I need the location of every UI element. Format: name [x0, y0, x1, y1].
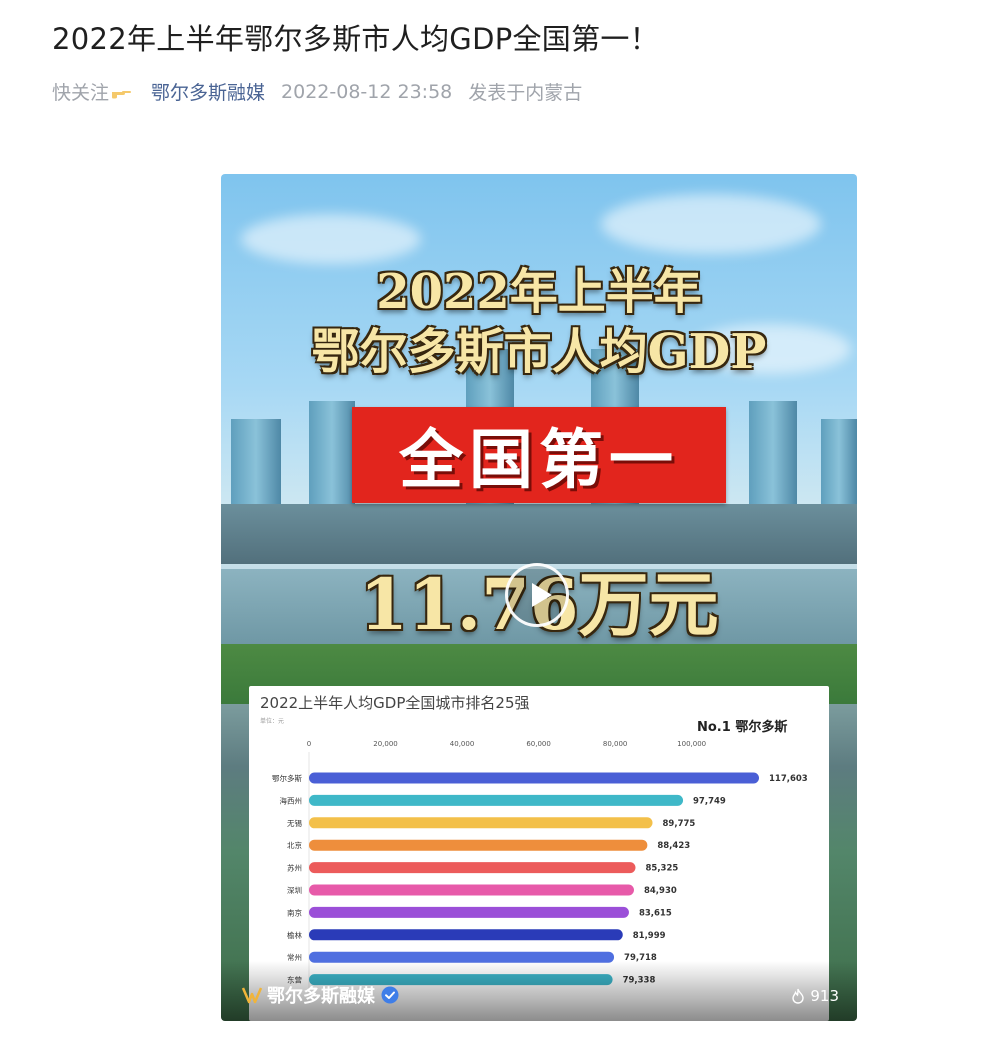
bar-category-label: 南京: [287, 907, 302, 917]
bar: [309, 929, 623, 941]
bar-category-label: 鄂尔多斯: [272, 773, 302, 783]
x-tick-label: 0: [307, 740, 311, 748]
bar: [309, 817, 653, 829]
view-count-value: 913: [810, 987, 839, 1005]
verified-badge-icon: [381, 986, 399, 1004]
pointing-hand-icon: [112, 90, 132, 98]
view-count: 913: [791, 987, 839, 1005]
bar-category-label: 海西州: [280, 795, 303, 805]
rank-banner-text: 全国第一: [399, 424, 679, 498]
play-button[interactable]: [505, 563, 569, 627]
post-location: 发表于内蒙古: [468, 82, 583, 104]
video-headline-line2: 鄂尔多斯市人均GDP: [311, 324, 767, 380]
bar-value-label: 83,615: [639, 908, 672, 918]
bar-category-label: 苏州: [287, 863, 302, 873]
video-player[interactable]: 2022年上半年 鄂尔多斯市人均GDP 全国第一 11.76万元 2022上半年…: [221, 174, 857, 1021]
bar: [309, 884, 634, 896]
bar-value-label: 88,423: [657, 841, 690, 851]
bar: [309, 772, 759, 784]
flame-icon: [792, 988, 805, 1004]
rank-banner: 全国第一: [352, 407, 726, 503]
x-tick-label: 80,000: [603, 740, 628, 748]
bar: [309, 906, 629, 918]
bar-category-label: 榆林: [287, 930, 302, 940]
bar: [309, 794, 684, 806]
bar-value-label: 84,930: [644, 886, 677, 896]
follow-label: 快关注: [52, 82, 110, 104]
author-link[interactable]: 鄂尔多斯融媒: [151, 78, 265, 105]
bar-category-label: 北京: [287, 840, 302, 850]
channel-name: 鄂尔多斯融媒: [267, 986, 375, 1007]
article-meta: 快关注 鄂尔多斯融媒 2022-08-12 23:58 发表于内蒙古: [52, 78, 582, 105]
bar-value-label: 81,999: [633, 931, 666, 941]
bar-value-label: 97,749: [693, 796, 726, 806]
bar-value-label: 89,775: [663, 819, 696, 829]
post-timestamp: 2022-08-12 23:58: [281, 80, 453, 103]
channel-brand[interactable]: 鄂尔多斯融媒: [241, 982, 399, 1008]
x-tick-label: 20,000: [373, 740, 398, 748]
bar-value-label: 117,603: [769, 774, 808, 784]
bar: [309, 839, 648, 851]
channel-logo-icon: [241, 987, 263, 1004]
bar-category-label: 深圳: [287, 885, 302, 895]
x-tick-label: 100,000: [677, 740, 706, 748]
x-tick-label: 40,000: [450, 740, 475, 748]
bar-category-label: 无锡: [287, 819, 302, 828]
bar-value-label: 85,325: [645, 864, 678, 874]
x-tick-label: 60,000: [526, 740, 551, 748]
bar: [309, 862, 636, 874]
article-title: 2022年上半年鄂尔多斯市人均GDP全国第一！: [52, 22, 659, 56]
